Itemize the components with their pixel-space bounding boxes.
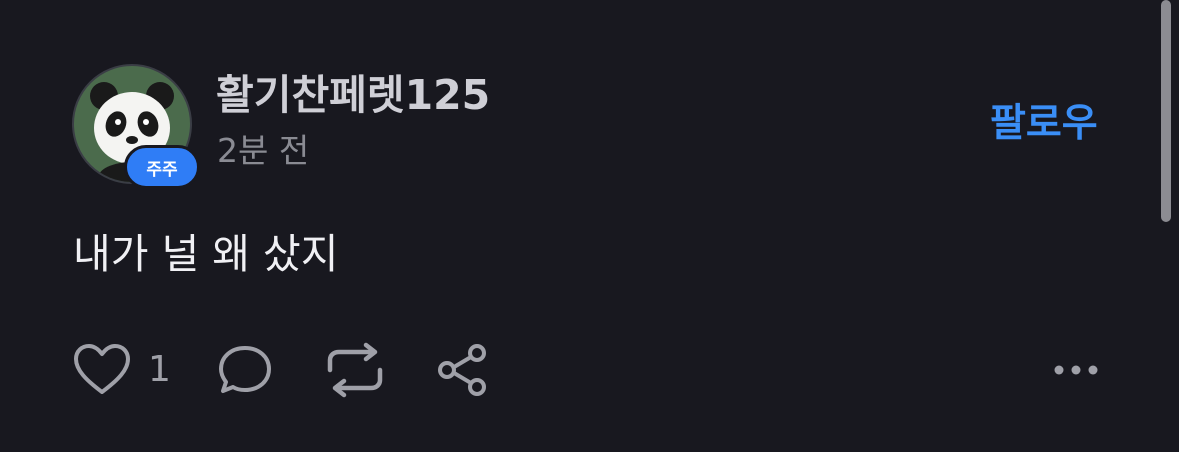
scrollbar[interactable] — [1161, 0, 1171, 222]
repost-icon — [327, 342, 383, 398]
more-icon — [1054, 365, 1098, 375]
repost-button[interactable] — [324, 340, 386, 400]
comment-icon — [219, 346, 271, 393]
post-body-text: 내가 널 왜 샀지 — [73, 230, 339, 278]
post-card: 주주 활기찬페렛125 2분 전 팔로우 내가 널 왜 샀지 1 — [0, 0, 1179, 452]
follow-button[interactable]: 팔로우 — [982, 98, 1106, 150]
shareholder-badge: 주주 — [124, 145, 200, 189]
author-username[interactable]: 활기찬페렛125 — [216, 70, 490, 120]
heart-icon — [74, 344, 130, 394]
more-options-button[interactable] — [1050, 340, 1102, 400]
share-button[interactable] — [436, 340, 490, 400]
comment-button[interactable] — [216, 340, 274, 400]
like-button[interactable]: 1 — [72, 340, 171, 400]
like-count: 1 — [148, 349, 171, 390]
post-timestamp: 2분 전 — [217, 131, 310, 170]
share-icon — [438, 344, 486, 396]
